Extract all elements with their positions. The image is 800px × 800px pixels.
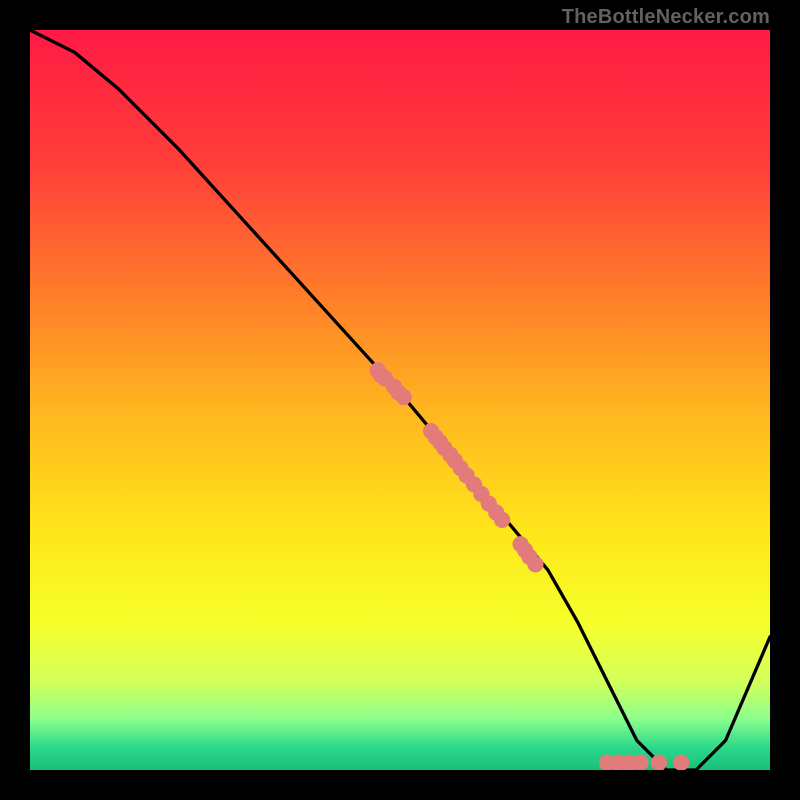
- data-marker: [651, 754, 667, 770]
- data-marker: [396, 389, 412, 405]
- watermark-text: TheBottleNecker.com: [562, 6, 770, 29]
- chart: [30, 30, 770, 770]
- data-marker: [632, 754, 648, 770]
- data-marker: [527, 556, 543, 572]
- chart-svg: [30, 30, 770, 770]
- data-marker: [673, 754, 689, 770]
- data-marker: [494, 512, 510, 528]
